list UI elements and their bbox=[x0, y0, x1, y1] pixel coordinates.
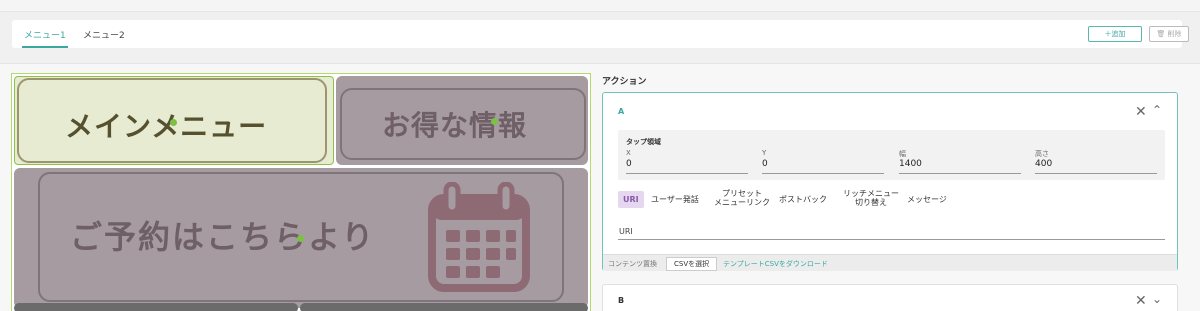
csv-select-button[interactable]: CSVを選択 bbox=[666, 257, 718, 271]
tile-reservation-label: ご予約はこちらより bbox=[70, 218, 376, 256]
close-icon[interactable]: ✕ bbox=[1135, 294, 1147, 308]
content-replace-label: コンテンツ置換 bbox=[608, 260, 657, 268]
rich-menu-canvas: メインメニュー お得な情報 ご予約はこちらより bbox=[11, 73, 591, 311]
action-type-user-utterance[interactable]: ユーザー発話 bbox=[651, 195, 699, 204]
action-card-title[interactable]: A bbox=[618, 107, 624, 116]
action-type-postback[interactable]: ポストバック bbox=[779, 195, 827, 204]
x-label: X bbox=[626, 149, 631, 157]
width-field[interactable]: 1400 bbox=[899, 159, 1021, 174]
height-field[interactable]: 400 bbox=[1035, 159, 1157, 174]
tap-area-title: タップ領域 bbox=[626, 138, 661, 146]
width-label: 幅 bbox=[899, 150, 906, 158]
menu-tab-bar: メニュー1 メニュー2 ＋追加 🗑 削除 bbox=[12, 20, 1189, 48]
tile-reservation[interactable]: ご予約はこちらより bbox=[14, 168, 588, 308]
action-type-richmenu-switch[interactable]: リッチメニュー 切り替え bbox=[843, 189, 899, 207]
chevron-down-icon[interactable]: ⌄ bbox=[1152, 293, 1162, 305]
calendar-icon bbox=[428, 182, 530, 292]
tile-center-handle[interactable] bbox=[170, 119, 177, 126]
add-button[interactable]: ＋追加 bbox=[1088, 26, 1142, 42]
template-csv-download-link[interactable]: テンプレートCSVをダウンロード bbox=[723, 259, 828, 269]
tab-menu-1[interactable]: メニュー1 bbox=[22, 28, 68, 48]
tile-deals[interactable]: お得な情報 bbox=[336, 76, 588, 165]
action-card-title[interactable]: B bbox=[618, 296, 624, 305]
close-icon[interactable]: ✕ bbox=[1135, 105, 1147, 119]
uri-field-label: URI bbox=[619, 227, 633, 236]
delete-button[interactable]: 🗑 削除 bbox=[1149, 26, 1189, 42]
tile-deals-label: お得な情報 bbox=[382, 109, 528, 142]
y-field[interactable]: 0 bbox=[762, 159, 884, 174]
action-card-a: A ✕ ⌃ タップ領域 X 0 Y 0 幅 1400 高さ 400 URI ユー… bbox=[602, 92, 1178, 271]
tile-main-menu[interactable]: メインメニュー bbox=[14, 76, 334, 165]
tile-center-handle[interactable] bbox=[491, 118, 498, 125]
actions-heading: アクション bbox=[602, 77, 647, 87]
tap-area-section: タップ領域 X 0 Y 0 幅 1400 高さ 400 bbox=[618, 130, 1165, 180]
tile-center-handle[interactable] bbox=[297, 235, 304, 242]
tile-bottom-left[interactable] bbox=[14, 303, 298, 311]
content-replace-footer: コンテンツ置換 CSVを選択 テンプレートCSVをダウンロード bbox=[603, 254, 1177, 271]
uri-input[interactable] bbox=[618, 239, 1165, 240]
y-label: Y bbox=[762, 149, 767, 157]
action-type-message[interactable]: メッセージ bbox=[907, 195, 947, 204]
action-type-uri[interactable]: URI bbox=[618, 191, 644, 209]
action-card-b: B ✕ ⌄ bbox=[602, 284, 1178, 311]
tile-bottom-right[interactable] bbox=[300, 303, 588, 311]
top-bar bbox=[0, 0, 1200, 12]
action-type-preset-menu-link[interactable]: プリセット メニューリンク bbox=[714, 189, 770, 207]
height-label: 高さ bbox=[1035, 150, 1049, 158]
tab-menu-2[interactable]: メニュー2 bbox=[83, 28, 125, 48]
x-field[interactable]: 0 bbox=[626, 159, 748, 174]
chevron-up-icon[interactable]: ⌃ bbox=[1152, 104, 1162, 116]
tile-main-menu-label: メインメニュー bbox=[65, 110, 268, 143]
